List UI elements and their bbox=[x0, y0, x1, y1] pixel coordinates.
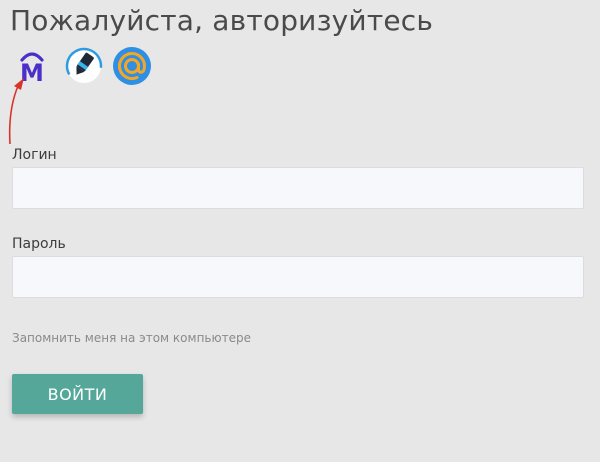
password-input[interactable] bbox=[12, 256, 584, 298]
mos-login-button[interactable]: M bbox=[12, 46, 52, 86]
password-label: Пароль bbox=[12, 236, 66, 252]
login-input[interactable] bbox=[12, 167, 584, 209]
login-button[interactable]: ВОЙТИ bbox=[12, 374, 143, 414]
pen-service-login-button[interactable] bbox=[64, 46, 104, 86]
page-title: Пожалуйста, авторизуйтесь bbox=[10, 4, 434, 37]
mail-ru-login-button[interactable] bbox=[112, 46, 152, 86]
remember-me-link[interactable]: Запомнить меня на этом компьютере bbox=[12, 331, 251, 345]
mos-m-icon: M bbox=[20, 52, 44, 86]
mail-at-icon bbox=[113, 47, 151, 85]
login-label: Логин bbox=[12, 147, 57, 163]
social-login-row: M bbox=[12, 46, 162, 86]
svg-text:M: M bbox=[20, 59, 44, 86]
pen-icon bbox=[65, 47, 103, 85]
